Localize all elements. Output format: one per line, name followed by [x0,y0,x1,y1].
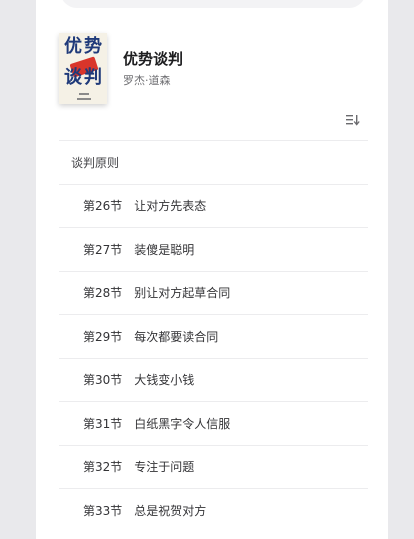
cover-rule [79,93,89,95]
toc-item[interactable]: 第27节 装傻是聪明 [59,227,368,271]
toc-item-number: 第27节 [83,242,123,257]
cover-char: 势 [84,36,102,57]
toc-item-title: 大钱变小钱 [134,373,195,388]
toc-part-label: 谈判原则 [71,155,120,170]
toc-item-number: 第33节 [83,503,123,518]
sort-icon[interactable] [346,114,360,126]
toc-item-title: 白纸黑字令人信服 [134,416,231,431]
toc-item[interactable]: 第32节 专注于问题 [59,444,368,489]
table-of-contents: 谈判原则 第26节 让对方先表态 第27节 装傻是聪明 第28节 别让对方起草合… [59,140,368,532]
toc-item[interactable]: 第26节 让对方先表态 [59,183,368,228]
toc-item-title: 让对方先表态 [134,199,207,214]
toc-item-title: 专注于问题 [134,460,195,475]
cover-rule [77,98,91,100]
toc-item-title: 每次都要读合同 [134,329,219,344]
book-title: 优势谈判 [123,50,184,68]
cover-char: 优 [64,36,82,57]
toc-item[interactable]: 第31节 白纸黑字令人信服 [59,401,368,445]
toc-item[interactable]: 第29节 每次都要读合同 [59,314,368,358]
search-bar[interactable] [60,0,366,8]
catalog-panel: 优 势 谈 判 优势谈判 罗杰·道森 谈判原则 第26节 让对方先表态 第27节… [36,0,388,539]
toc-item-title: 装傻是聪明 [134,242,195,257]
cover-char: 谈 [64,67,82,88]
book-cover: 优 势 谈 判 [59,33,107,104]
toc-item-number: 第32节 [83,460,123,475]
toc-item-title: 总是祝贺对方 [134,503,207,518]
book-author: 罗杰·道森 [123,74,171,87]
toc-item-number: 第26节 [83,199,123,214]
toc-item-number: 第28节 [83,286,123,301]
toc-item-title: 别让对方起草合同 [134,286,231,301]
cover-char: 判 [84,67,102,88]
toc-item[interactable]: 第33节 总是祝贺对方 [59,488,368,532]
toc-item[interactable]: 第30节 大钱变小钱 [59,357,368,402]
toc-item-number: 第31节 [83,416,123,431]
toc-part-title[interactable]: 谈判原则 [59,140,368,184]
toc-item[interactable]: 第28节 别让对方起草合同 [59,270,368,315]
toc-item-number: 第30节 [83,373,123,388]
toc-item-number: 第29节 [83,329,123,344]
